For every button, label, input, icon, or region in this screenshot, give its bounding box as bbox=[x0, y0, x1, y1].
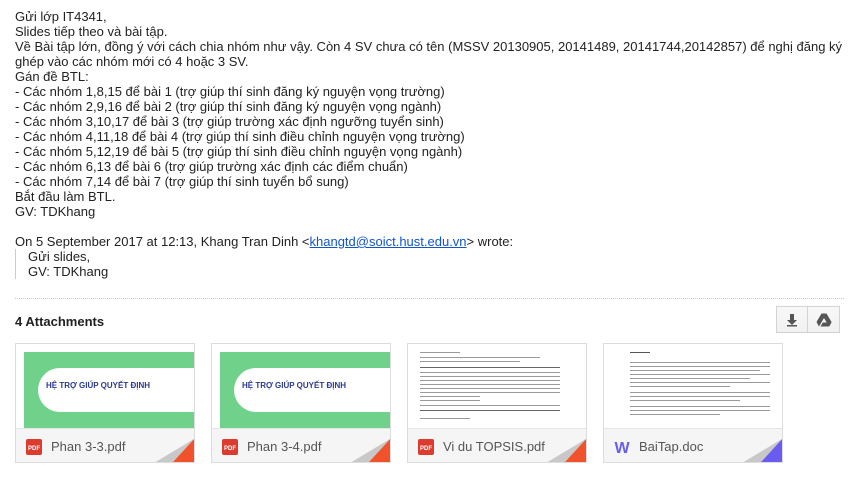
quoted-line: GV: TDKhang bbox=[28, 264, 109, 279]
email-line: - Các nhóm 2,9,16 để bài 2 (trợ giúp thí… bbox=[15, 99, 442, 114]
save-to-drive-button[interactable] bbox=[808, 306, 840, 333]
quoted-line: Gửi slides, bbox=[28, 249, 91, 264]
attachment-card[interactable]: PDF Vi du TOPSIS.pdf bbox=[407, 343, 587, 463]
email-line: Gán đề BTL: bbox=[15, 69, 89, 84]
email-line: - Các nhóm 4,11,18 để bài 4 (trợ giúp th… bbox=[15, 129, 465, 144]
attachment-card[interactable]: HỆ TRỢ GIÚP QUYẾT ĐỊNH PDF Phan 3-4.pdf bbox=[211, 343, 391, 463]
attachment-thumbnail: HỆ TRỢ GIÚP QUYẾT ĐỊNH bbox=[212, 344, 390, 428]
attachment-filename: Phan 3-4.pdf bbox=[247, 439, 322, 454]
pdf-icon: PDF bbox=[26, 439, 42, 455]
email-line: Gửi lớp IT4341, bbox=[15, 9, 107, 24]
attachment-filename: Phan 3-3.pdf bbox=[51, 439, 126, 454]
sender-email-link[interactable]: khangtd@soict.hust.edu.vn bbox=[310, 234, 467, 249]
pdf-icon: PDF bbox=[222, 439, 238, 455]
file-corner-icon bbox=[547, 439, 586, 462]
attachment-card[interactable]: W BaiTap.doc bbox=[603, 343, 783, 463]
attachment-filename: BaiTap.doc bbox=[639, 439, 704, 454]
email-line: Slides tiếp theo và bài tập. bbox=[15, 24, 168, 39]
quote-intro: On 5 September 2017 at 12:13, Khang Tran… bbox=[15, 234, 310, 249]
download-all-icon bbox=[787, 313, 797, 326]
email-body: Gửi lớp IT4341, Slides tiếp theo và bài … bbox=[15, 9, 843, 219]
email-line: - Các nhóm 7,14 để bài 7 (trợ giúp thí s… bbox=[15, 174, 349, 189]
attachment-thumbnail bbox=[604, 344, 782, 428]
thumbnail-title: HỆ TRỢ GIÚP QUYẾT ĐỊNH bbox=[46, 381, 151, 390]
attachments-divider bbox=[15, 298, 844, 299]
svg-text:PDF: PDF bbox=[28, 446, 40, 452]
attachment-actions bbox=[776, 306, 840, 333]
attachments-header: 4 Attachments bbox=[15, 314, 105, 329]
word-icon: W bbox=[614, 440, 630, 455]
attachment-thumbnail bbox=[408, 344, 586, 428]
quote-header: On 5 September 2017 at 12:13, Khang Tran… bbox=[15, 234, 513, 249]
attachment-card[interactable]: HỆ TRỢ GIÚP QUYẾT ĐỊNH PDF Phan 3-3.pdf bbox=[15, 343, 195, 463]
quote-outro: > wrote: bbox=[466, 234, 514, 249]
file-corner-icon bbox=[155, 439, 194, 462]
save-to-drive-icon bbox=[816, 313, 831, 326]
download-all-button[interactable] bbox=[776, 306, 808, 333]
thumbnail-title: HỆ TRỢ GIÚP QUYẾT ĐỊNH bbox=[242, 381, 347, 390]
email-line: - Các nhóm 1,8,15 để bài 1 (trợ giúp thí… bbox=[15, 84, 445, 99]
svg-text:PDF: PDF bbox=[420, 446, 432, 452]
email-line: - Các nhóm 6,13 để bài 6 (trợ giúp trườn… bbox=[15, 159, 408, 174]
pdf-icon: PDF bbox=[418, 439, 434, 455]
svg-text:PDF: PDF bbox=[224, 446, 236, 452]
email-line: - Các nhóm 3,10,17 để bài 3 (trợ giúp tr… bbox=[15, 114, 444, 129]
quoted-text: Gửi slides, GV: TDKhang bbox=[15, 249, 108, 279]
email-line: Về Bài tập lớn, đồng ý với cách chia nhó… bbox=[15, 39, 843, 69]
email-line: - Các nhóm 5,12,19 để bài 5 (trợ giúp th… bbox=[15, 144, 463, 159]
file-corner-icon bbox=[351, 439, 390, 462]
email-signature: GV: TDKhang bbox=[15, 204, 96, 219]
attachment-thumbnail: HỆ TRỢ GIÚP QUYẾT ĐỊNH bbox=[16, 344, 194, 428]
attachment-filename: Vi du TOPSIS.pdf bbox=[443, 439, 545, 454]
svg-text:W: W bbox=[614, 440, 630, 455]
file-corner-icon bbox=[743, 439, 782, 462]
email-line: Bắt đầu làm BTL. bbox=[15, 189, 116, 204]
